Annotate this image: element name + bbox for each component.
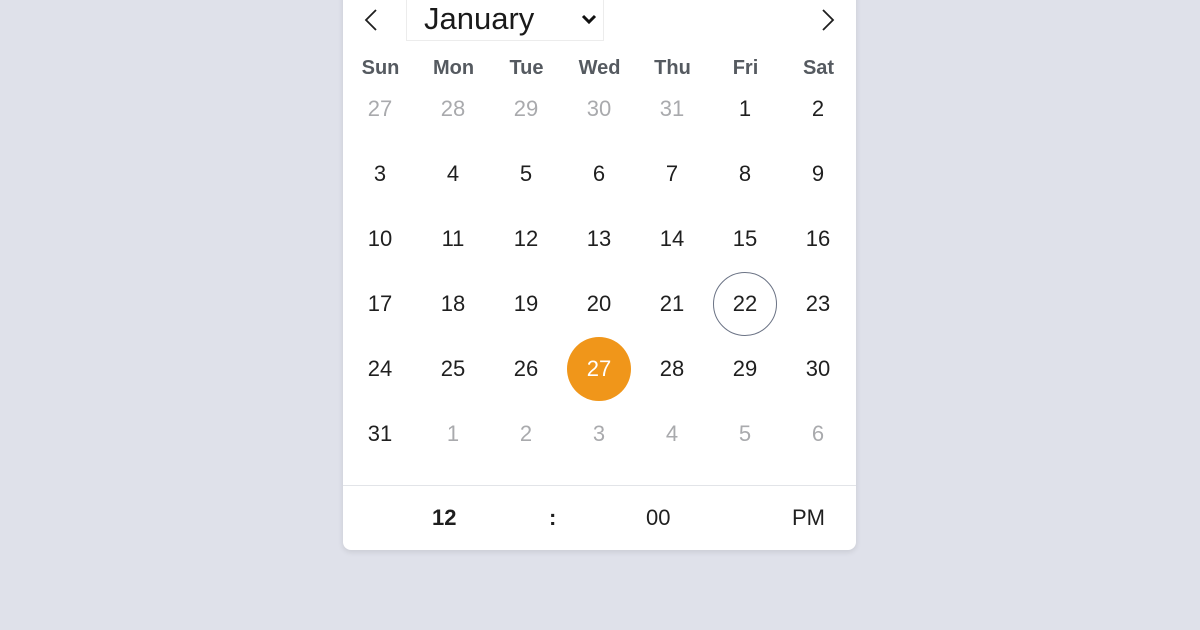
- calendar-header: January: [343, 0, 856, 42]
- day-cell[interactable]: 29: [713, 337, 777, 401]
- day-cell[interactable]: 13: [567, 207, 631, 271]
- day-cell[interactable]: 6: [567, 142, 631, 206]
- day-cell[interactable]: 5: [494, 142, 558, 206]
- day-cell-outside-month[interactable]: 3: [567, 402, 631, 466]
- day-cell[interactable]: 11: [421, 207, 485, 271]
- day-cell[interactable]: 21: [640, 272, 704, 336]
- day-cell[interactable]: 23: [786, 272, 850, 336]
- am-pm-toggle[interactable]: PM: [792, 505, 825, 531]
- hour-field[interactable]: 12: [432, 505, 456, 531]
- chevron-right-icon: [822, 9, 835, 31]
- day-cell-outside-month[interactable]: 2: [494, 402, 558, 466]
- day-cell-outside-month[interactable]: 1: [421, 402, 485, 466]
- day-cell-outside-month[interactable]: 4: [640, 402, 704, 466]
- day-cell-outside-month[interactable]: 28: [421, 77, 485, 141]
- chevron-left-icon: [364, 9, 377, 31]
- day-cell[interactable]: 20: [567, 272, 631, 336]
- day-cell[interactable]: 25: [421, 337, 485, 401]
- day-cell-today[interactable]: 22: [713, 272, 777, 336]
- day-cell-outside-month[interactable]: 29: [494, 77, 558, 141]
- day-cell[interactable]: 24: [348, 337, 412, 401]
- day-cell[interactable]: 8: [713, 142, 777, 206]
- day-cell[interactable]: 17: [348, 272, 412, 336]
- time-separator: :: [549, 505, 557, 530]
- day-cell[interactable]: 12: [494, 207, 558, 271]
- day-cell[interactable]: 15: [713, 207, 777, 271]
- day-cell-outside-month[interactable]: 5: [713, 402, 777, 466]
- day-cell[interactable]: 31: [348, 402, 412, 466]
- day-cell[interactable]: 18: [421, 272, 485, 336]
- day-cell-outside-month[interactable]: 27: [348, 77, 412, 141]
- day-cell[interactable]: 14: [640, 207, 704, 271]
- day-cell-outside-month[interactable]: 6: [786, 402, 850, 466]
- day-grid: 27 28 29 30 31 1 2 3 4 5 6 7 8 9 10 11 12 13 14 15 16 17 18 19 2…: [343, 96, 856, 486]
- day-cell[interactable]: 2: [786, 77, 850, 141]
- date-time-picker: January Sun Mon Tue Wed Thu Fri Sat 27 28 29 30 31…: [343, 0, 856, 550]
- day-cell[interactable]: 19: [494, 272, 558, 336]
- day-cell-outside-month[interactable]: 31: [640, 77, 704, 141]
- day-cell-outside-month[interactable]: 30: [567, 77, 631, 141]
- time-picker: 12 : 00 PM: [343, 485, 856, 550]
- day-cell[interactable]: 7: [640, 142, 704, 206]
- day-cell[interactable]: 4: [421, 142, 485, 206]
- day-cell[interactable]: 10: [348, 207, 412, 271]
- day-cell-selected[interactable]: 27: [567, 337, 631, 401]
- day-cell[interactable]: 30: [786, 337, 850, 401]
- day-cell[interactable]: 26: [494, 337, 558, 401]
- next-month-button[interactable]: [806, 0, 850, 40]
- day-cell[interactable]: 28: [640, 337, 704, 401]
- month-label: January: [424, 0, 535, 36]
- day-cell[interactable]: 9: [786, 142, 850, 206]
- minute-field[interactable]: 00: [646, 505, 670, 531]
- previous-month-button[interactable]: [349, 0, 393, 40]
- day-cell[interactable]: 3: [348, 142, 412, 206]
- day-cell[interactable]: 1: [713, 77, 777, 141]
- month-select[interactable]: January: [406, 0, 604, 41]
- chevron-down-icon: [581, 14, 597, 25]
- day-cell[interactable]: 16: [786, 207, 850, 271]
